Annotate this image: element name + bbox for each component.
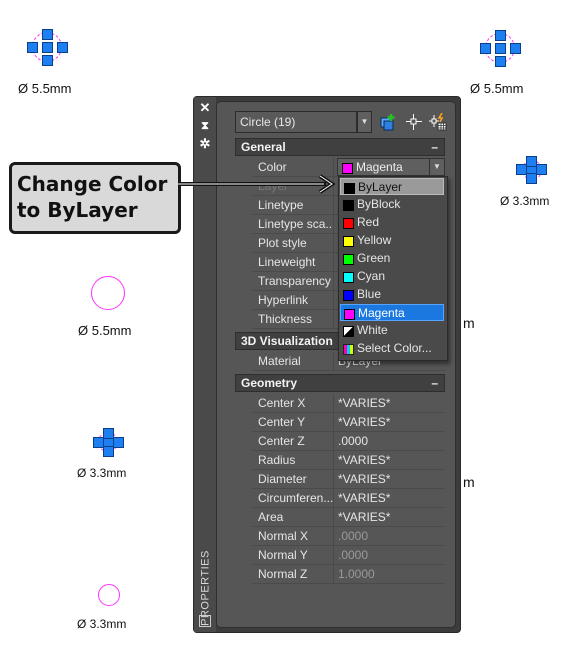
swatch <box>344 309 355 320</box>
color-option-cyan[interactable]: Cyan <box>340 268 444 285</box>
swatch <box>344 183 355 194</box>
swatch <box>343 218 354 229</box>
color-dropdown[interactable]: Magenta ▼ <box>337 158 445 176</box>
object-type-dropdown[interactable]: Circle (19) <box>235 111 357 133</box>
close-icon[interactable]: ✕ <box>198 101 212 115</box>
option-label: Magenta <box>358 306 405 320</box>
grip-right[interactable] <box>536 164 547 175</box>
callout-line: Change Color <box>17 172 168 196</box>
grip-right[interactable] <box>57 42 68 53</box>
dimension-label: Ø 5.5mm <box>78 323 132 338</box>
color-option-white[interactable]: White <box>340 322 444 339</box>
grip-left[interactable] <box>27 42 38 53</box>
grip-center[interactable] <box>495 43 506 54</box>
auto-hide-icon[interactable]: ⧗ <box>198 119 212 133</box>
swatch <box>343 254 354 265</box>
dimension-label: Ø 3.3mm <box>77 466 127 480</box>
grip-left[interactable] <box>516 164 527 175</box>
dimension-label: Ø 3.3mm <box>500 194 550 208</box>
option-label: ByBlock <box>357 197 401 211</box>
swatch <box>343 236 354 247</box>
dimension-label: Ø 5.5mm <box>18 81 72 96</box>
chevron-down-icon[interactable]: ▼ <box>429 159 444 175</box>
grip-left[interactable] <box>480 43 491 54</box>
grip-bottom[interactable] <box>42 55 53 66</box>
color-swatch <box>342 163 353 174</box>
swatch <box>343 326 354 337</box>
dimension-label-partial: m <box>463 474 475 490</box>
settings-icon[interactable]: ✲ <box>198 137 212 151</box>
callout-line: to ByLayer <box>17 198 138 222</box>
color-option-magenta[interactable]: Magenta <box>340 304 444 321</box>
palette-menu-icon[interactable] <box>199 615 211 627</box>
color-option-yellow[interactable]: Yellow <box>340 232 444 249</box>
grip-bottom[interactable] <box>495 56 506 67</box>
circle[interactable] <box>98 584 120 606</box>
option-label: Red <box>357 215 380 229</box>
grip-top[interactable] <box>42 29 53 40</box>
color-option-select-color[interactable]: Select Color... <box>340 340 444 357</box>
callout-text: Change Color to ByLayer <box>17 171 167 223</box>
callout-arrow <box>178 174 336 194</box>
color-option-byblock[interactable]: ByBlock <box>340 196 444 213</box>
color-dropdown-list[interactable]: ByLayer ByBlock Red Yellow Green Cyan Bl… <box>338 176 448 361</box>
color-option-green[interactable]: Green <box>340 250 444 267</box>
color-palette-icon <box>343 344 354 355</box>
grip-right[interactable] <box>113 437 124 448</box>
option-label: Select Color... <box>357 341 432 355</box>
swatch <box>343 200 354 211</box>
grip-left[interactable] <box>93 437 104 448</box>
option-label: White <box>357 323 388 337</box>
annotation-callout: Change Color to ByLayer <box>9 162 181 234</box>
grip-center[interactable] <box>42 42 53 53</box>
grip-top[interactable] <box>495 30 506 41</box>
color-option-red[interactable]: Red <box>340 214 444 231</box>
color-option-blue[interactable]: Blue <box>340 286 444 303</box>
option-label: ByLayer <box>358 180 403 194</box>
color-option-bylayer[interactable]: ByLayer <box>340 178 444 195</box>
color-value: Magenta <box>356 160 403 174</box>
option-label: Green <box>357 251 391 265</box>
swatch <box>343 290 354 301</box>
grip-right[interactable] <box>510 43 521 54</box>
option-label: Yellow <box>357 233 392 247</box>
swatch <box>343 272 354 283</box>
option-label: Cyan <box>357 269 386 283</box>
dimension-label: Ø 5.5mm <box>470 81 524 96</box>
dimension-label-partial: m <box>463 315 475 331</box>
circle[interactable] <box>91 276 125 310</box>
option-label: Blue <box>357 287 382 301</box>
dimension-label: Ø 3.3mm <box>77 617 127 631</box>
